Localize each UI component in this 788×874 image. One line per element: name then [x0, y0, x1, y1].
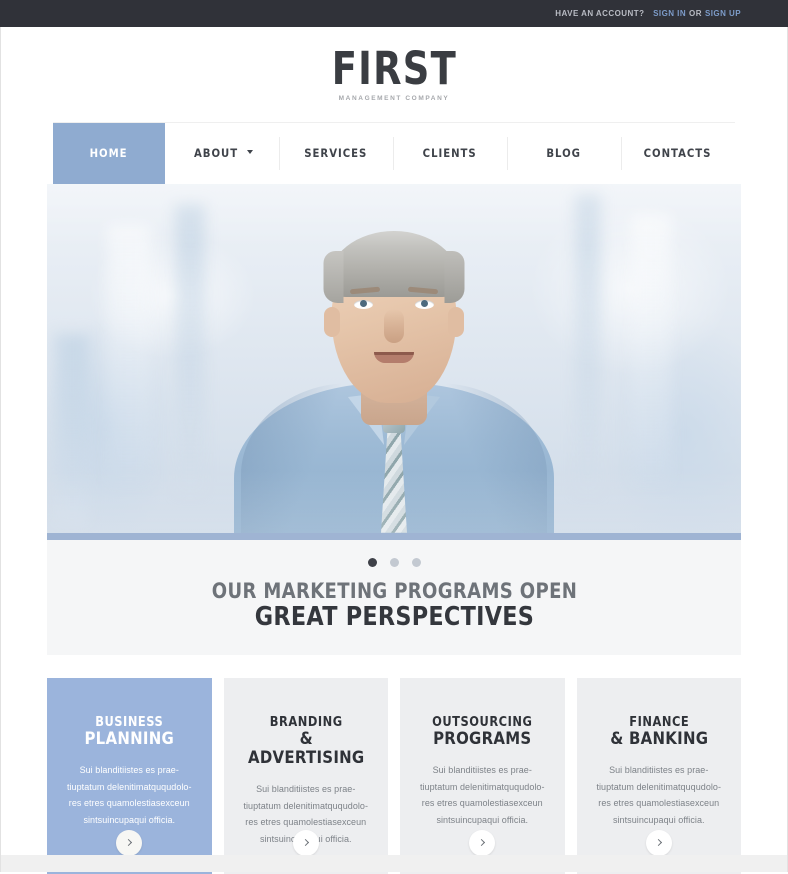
- card-body-text: Sui blanditiistes es prae-tiuptatum dele…: [66, 765, 192, 825]
- nav-item-clients[interactable]: Clients: [393, 122, 507, 184]
- nav-label-blog: Blog: [546, 146, 582, 161]
- sign-up-link[interactable]: Sign Up: [705, 9, 741, 18]
- caption-line-1: Our marketing programs open: [211, 578, 577, 603]
- hero-blur-shape: [631, 213, 671, 484]
- service-card-branding-advertising[interactable]: Branding & Advertising Sui blanditiistes…: [223, 677, 388, 874]
- top-account-bar: Have an account? Sign In or Sign Up: [0, 0, 788, 27]
- caption-line-2: Great Perspectives: [254, 602, 534, 633]
- nav-label-services: Services: [304, 146, 368, 161]
- slider-dot-3[interactable]: [411, 557, 421, 567]
- site-logo[interactable]: FIRST Management Company: [1, 27, 787, 122]
- card-title-line1: Outsourcing: [432, 714, 533, 730]
- hero-businessman-photo: [229, 203, 559, 533]
- slider-divider-bar: [47, 532, 741, 540]
- chevron-down-icon: [246, 150, 253, 155]
- chevron-right-icon: [654, 839, 662, 847]
- shirt-shade-right: [437, 382, 547, 533]
- hair-shape: [323, 230, 465, 303]
- nav-item-home[interactable]: Home: [53, 122, 165, 184]
- card-title-line1: Business: [95, 714, 164, 730]
- slider-pagination: [367, 557, 421, 567]
- hero-blur-shape: [575, 193, 601, 494]
- ear-right: [448, 306, 464, 337]
- hero-blur-shape: [55, 333, 89, 524]
- nav-label-clients: Clients: [422, 146, 477, 161]
- service-cards: Business Planning Sui blanditiistes es p…: [47, 677, 741, 874]
- pupil-right: [421, 299, 428, 307]
- sign-in-link[interactable]: Sign In: [653, 9, 686, 18]
- nose-shape: [384, 308, 404, 343]
- account-prompt-label: Have an account?: [555, 9, 645, 18]
- slider-dot-1[interactable]: [367, 557, 377, 567]
- card-body-text: Sui blanditiistes es prae-tiuptatum dele…: [419, 765, 545, 825]
- card-title-line2: & Banking: [609, 729, 708, 750]
- card-title-line1: Branding: [269, 714, 343, 730]
- nav-item-about[interactable]: About: [165, 122, 279, 184]
- slider-dot-2[interactable]: [389, 557, 399, 567]
- hero-blur-shape: [175, 203, 205, 494]
- nav-label-about: About: [194, 146, 239, 161]
- card-title-line2: & Advertising: [247, 729, 364, 769]
- slider-caption: Our marketing programs open Great Perspe…: [47, 539, 741, 655]
- card-title-line2: Programs: [433, 729, 532, 750]
- card-readmore-button[interactable]: [645, 829, 672, 856]
- card-title-line1: Finance: [628, 714, 689, 730]
- card-readmore-button[interactable]: [116, 829, 143, 856]
- nav-item-contacts[interactable]: Contacts: [621, 122, 735, 184]
- card-body-text: Sui blanditiistes es prae-tiuptatum dele…: [596, 765, 722, 825]
- hero-slider-image[interactable]: [47, 183, 741, 533]
- main-navigation: Home About Services Clients Blog Contact…: [53, 121, 735, 184]
- card-readmore-button[interactable]: [469, 829, 496, 856]
- ear-left: [324, 306, 340, 337]
- chevron-right-icon: [301, 839, 309, 847]
- nav-label-home: Home: [90, 146, 128, 161]
- page-root: Have an account? Sign In or Sign Up FIRS…: [0, 0, 788, 874]
- service-card-business-planning[interactable]: Business Planning Sui blanditiistes es p…: [47, 677, 212, 874]
- card-readmore-button[interactable]: [292, 829, 319, 856]
- or-separator-label: or: [689, 9, 702, 18]
- logo-tagline: Management Company: [338, 94, 450, 102]
- chevron-right-icon: [477, 839, 486, 847]
- chevron-right-icon: [124, 839, 133, 847]
- mouth-shape: [374, 351, 414, 363]
- service-card-finance-banking[interactable]: Finance & Banking Sui blanditiistes es p…: [576, 677, 741, 874]
- nav-label-contacts: Contacts: [644, 146, 712, 161]
- pupil-left: [360, 299, 367, 307]
- nav-item-blog[interactable]: Blog: [507, 122, 621, 184]
- nav-item-services[interactable]: Services: [279, 122, 393, 184]
- hero-blur-shape: [107, 223, 151, 484]
- card-title-line2: Planning: [84, 729, 175, 750]
- page-sheet: FIRST Management Company Home About Serv…: [0, 27, 788, 874]
- shirt-shade-left: [241, 382, 351, 533]
- service-card-outsourcing-programs[interactable]: Outsourcing Programs Sui blanditiistes e…: [400, 677, 565, 874]
- logo-wordmark: FIRST: [331, 42, 457, 95]
